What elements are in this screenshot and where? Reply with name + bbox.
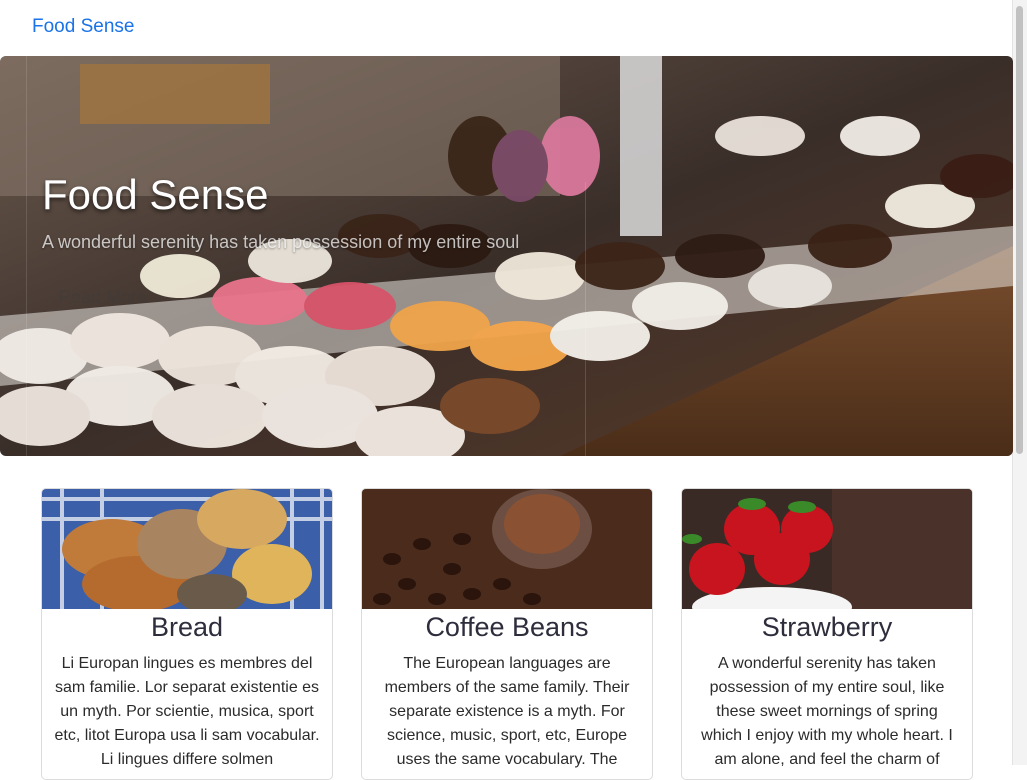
brand-link[interactable]: Food Sense <box>32 16 134 38</box>
strawberry-image <box>682 489 972 609</box>
hero-banner: Food Sense A wonderful serenity has take… <box>0 56 1013 456</box>
card-text: A wonderful serenity has taken possessio… <box>701 655 953 768</box>
hero-title: Food Sense <box>42 171 269 218</box>
card-text: Li Europan lingues es membres del sam fa… <box>54 655 320 768</box>
navbar: Food Sense <box>0 0 1013 56</box>
bread-image <box>42 489 332 609</box>
card-bread[interactable]: Bread Li Europan lingues es membres del … <box>41 488 333 780</box>
hero-subtitle: A wonderful serenity has taken possessio… <box>42 232 520 252</box>
coffee-beans-image <box>362 489 652 609</box>
card-title: Strawberry <box>761 612 893 642</box>
card-coffee-beans[interactable]: Coffee Beans The European languages are … <box>361 488 653 780</box>
card-strawberry[interactable]: Strawberry A wonderful serenity has take… <box>681 488 973 780</box>
card-text: The European languages are members of th… <box>384 655 630 768</box>
page-scrollbar[interactable] <box>1012 0 1027 765</box>
read-more-button[interactable]: Read More <box>58 287 147 308</box>
scrollbar-thumb[interactable] <box>1016 6 1023 454</box>
donut-display-image <box>0 56 1013 456</box>
card-title: Bread <box>150 612 224 642</box>
card-title: Coffee Beans <box>425 612 589 642</box>
